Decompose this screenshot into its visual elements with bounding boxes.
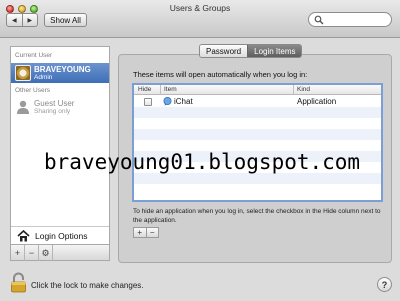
remove-login-item-button[interactable]: − [145,228,159,237]
login-items-description: These items will open automatically when… [133,70,308,79]
search-input[interactable] [308,12,392,27]
tab-password[interactable]: Password [200,45,248,57]
tab-bar: Password Login Items [199,44,303,58]
window-titlebar: Users & Groups ◀ ▶ Show All [0,0,400,38]
item-name: iChat [174,97,193,106]
user-name: Guest User [34,99,75,108]
table-row-empty [134,107,381,118]
login-items-hint: To hide an application when you log in, … [133,208,381,224]
remove-user-button[interactable]: − [25,245,39,261]
add-login-item-button[interactable]: + [134,228,146,237]
user-name: BRAVEYOUNG [34,65,91,74]
back-forward-control: ◀ ▶ [6,13,38,27]
watermark-text: braveyoung01.blogspot.com [44,150,361,174]
login-items-toolbar: + − [133,227,159,238]
user-role: Admin [34,74,53,81]
table-header: Hide Item Kind [134,85,381,95]
current-user-header: Current User [15,52,53,59]
table-row[interactable]: iChat Application [134,96,381,107]
sidebar-user-current[interactable]: BRAVEYOUNG Admin [11,63,109,83]
column-divider [160,85,161,95]
house-icon [17,230,30,242]
add-user-button[interactable]: + [11,245,25,261]
lock-icon[interactable] [10,272,27,293]
column-header-hide[interactable]: Hide [138,86,151,93]
user-role: Sharing only [34,108,71,115]
search-icon [314,15,324,25]
table-row-empty [134,118,381,129]
table-row-empty [134,129,381,140]
other-users-header: Other Users [15,87,51,94]
column-header-kind[interactable]: Kind [297,86,310,93]
gear-icon[interactable]: ⚙ [39,245,53,261]
login-options-item[interactable]: Login Options [11,226,109,244]
forward-button[interactable]: ▶ [21,14,38,26]
table-row-empty [134,184,381,195]
lock-status-text: Click the lock to make changes. [31,281,144,290]
hide-checkbox[interactable] [144,98,152,106]
sidebar-toolbar: + − ⚙ [11,244,109,261]
sidebar-user-guest[interactable]: Guest User Sharing only [11,97,109,117]
help-button[interactable]: ? [377,277,392,292]
show-all-button[interactable]: Show All [44,13,87,27]
tab-login-items[interactable]: Login Items [247,45,302,57]
column-header-item[interactable]: Item [164,86,177,93]
user-avatar-icon [15,65,31,81]
guest-user-icon [15,99,31,115]
back-button[interactable]: ◀ [7,14,22,26]
table-row-empty [134,173,381,184]
item-kind: Application [297,97,337,106]
login-options-label: Login Options [35,231,88,241]
login-items-table[interactable]: Hide Item Kind iChat Application [132,83,383,202]
column-divider [293,85,294,95]
ichat-icon [163,97,172,106]
